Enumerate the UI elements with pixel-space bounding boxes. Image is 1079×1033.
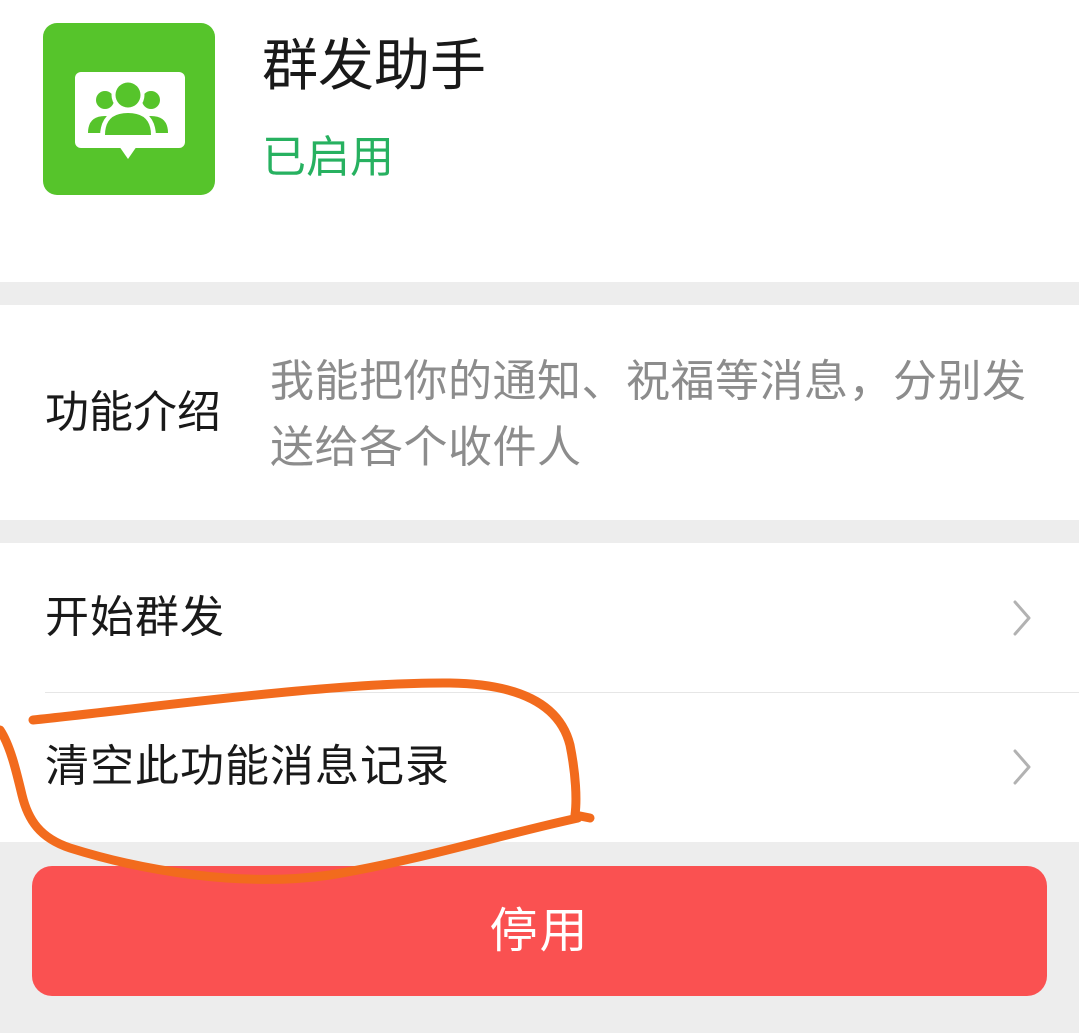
intro-label: 功能介绍 — [45, 387, 221, 438]
start-broadcast-item[interactable]: 开始群发 — [0, 543, 1079, 692]
disable-button[interactable]: 停用 — [32, 866, 1047, 996]
group-message-icon — [43, 23, 215, 195]
plugin-header: 群发助手 已启用 — [0, 0, 1079, 282]
chevron-right-icon — [1013, 749, 1031, 785]
intro-description: 我能把你的通知、祝福等消息，分别发送给各个收件人 — [270, 356, 1027, 473]
actions-list: 开始群发 清空此功能消息记录 — [0, 543, 1079, 842]
intro-section: 功能介绍 我能把你的通知、祝福等消息，分别发送给各个收件人 — [0, 305, 1079, 520]
disable-button-label: 停用 — [489, 903, 590, 959]
start-broadcast-label: 开始群发 — [45, 591, 225, 643]
clear-history-item[interactable]: 清空此功能消息记录 — [0, 692, 1079, 842]
clear-history-label: 清空此功能消息记录 — [45, 741, 450, 792]
plugin-title: 群发助手 — [262, 34, 486, 99]
chevron-right-icon — [1013, 600, 1031, 635]
status-label: 已启用 — [262, 132, 394, 183]
